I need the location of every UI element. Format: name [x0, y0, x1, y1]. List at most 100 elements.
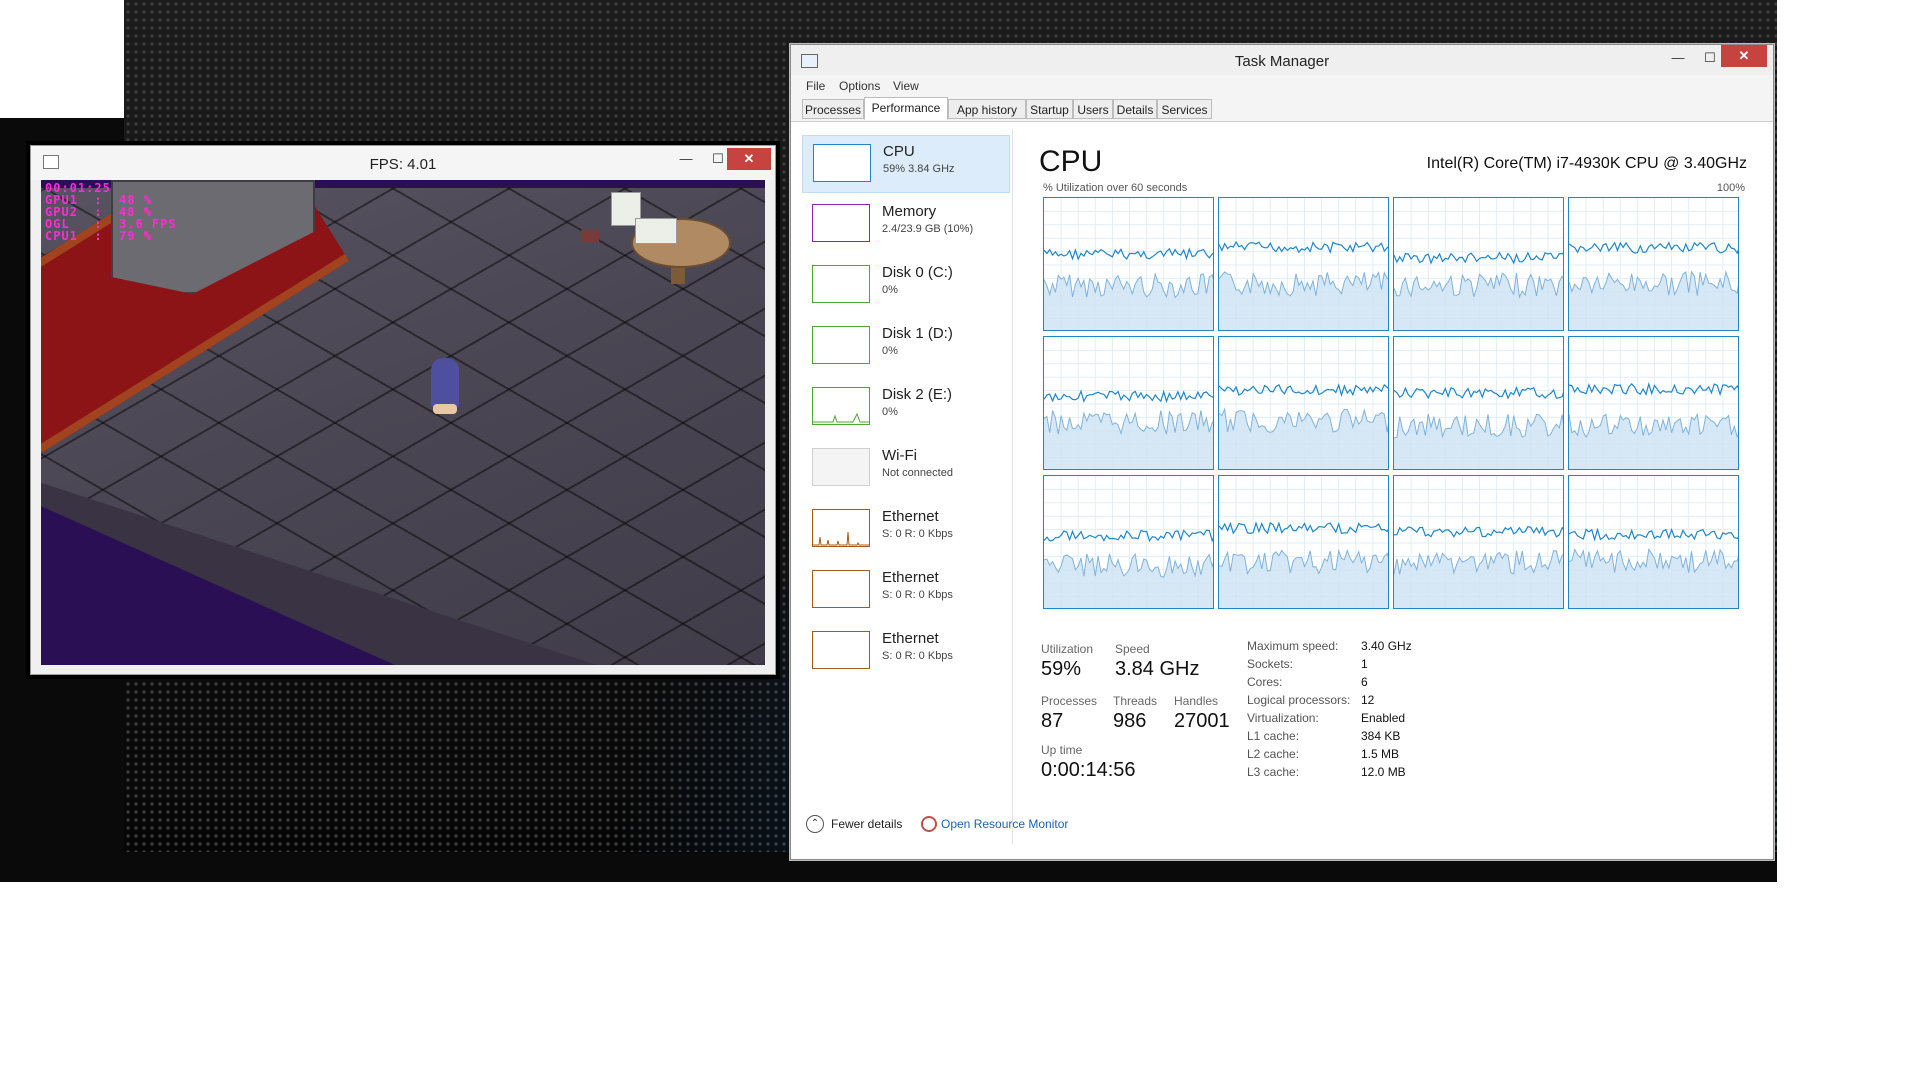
chevron-up-icon[interactable]: ⌃ [806, 815, 824, 833]
sidebar-item-label: Ethernet [882, 569, 939, 586]
disk-thumbnail-graph [812, 387, 870, 425]
spec-value: 1.5 MB [1361, 747, 1400, 761]
tab-app-history[interactable]: App history [948, 99, 1026, 119]
disk-activity-spark [813, 412, 869, 423]
tab-bar: Processes Performance App history Startu… [791, 97, 1773, 122]
tab-details[interactable]: Details [1113, 99, 1157, 119]
spec-value: Enabled [1361, 711, 1406, 725]
tab-processes[interactable]: Processes [802, 99, 864, 119]
speed-value: 3.84 GHz [1115, 658, 1200, 680]
close-button[interactable]: ✕ [1721, 45, 1767, 67]
item-sprite [635, 218, 677, 244]
sidebar-divider [1012, 129, 1013, 844]
ethernet-thumbnail-graph [812, 570, 870, 608]
core-graph [1568, 336, 1739, 470]
spec-value: 6 [1361, 675, 1368, 689]
sidebar-item-label: Disk 0 (C:) [882, 264, 953, 281]
tab-startup[interactable]: Startup [1026, 99, 1073, 119]
npc-sprite [581, 230, 599, 242]
graph-max-label: 100% [1716, 182, 1745, 194]
uptime-label: Up time [1041, 743, 1083, 757]
sidebar-item-sub: 0% [882, 406, 898, 418]
sidebar-item-ethernet[interactable]: Ethernet S: 0 R: 0 Kbps [802, 623, 1010, 681]
utilization-label: Utilization [1041, 642, 1094, 656]
minimize-button[interactable]: — [1663, 47, 1693, 69]
ethernet-activity-spark [813, 531, 869, 546]
game-window-title: FPS: 4.01 [369, 156, 437, 173]
minimize-button[interactable]: — [671, 148, 701, 170]
core-graph [1568, 197, 1739, 331]
tab-users[interactable]: Users [1073, 99, 1113, 119]
sidebar-item-ethernet[interactable]: Ethernet S: 0 R: 0 Kbps [802, 562, 1010, 620]
ethernet-thumbnail-graph [812, 509, 870, 547]
page-title: CPU [1039, 145, 1103, 178]
sidebar-item-sub: 0% [882, 284, 898, 296]
spec-value: 1 [1361, 657, 1368, 671]
spec-label: Sockets: [1247, 657, 1294, 671]
core-graph [1043, 475, 1214, 609]
sidebar-item-memory[interactable]: Memory 2.4/23.9 GB (10%) [802, 196, 1010, 254]
spec-label: L2 cache: [1247, 747, 1300, 761]
sidebar-item-disk-0[interactable]: Disk 0 (C:) 0% [802, 257, 1010, 315]
open-resource-monitor-link[interactable]: Open Resource Monitor [941, 817, 1068, 831]
perf-overlay: 00:01:25 GPU1 : 48 % GPU2 : 48 % OGL : 3.6 … [45, 182, 177, 242]
menu-bar: File Options View [791, 75, 1773, 97]
player-character-feet [433, 404, 457, 414]
resource-monitor-icon [921, 816, 937, 832]
game-viewport[interactable]: 00:01:25 GPU1 : 48 % GPU2 : 48 % OGL : 3.6 … [41, 180, 765, 665]
handles-label: Handles [1174, 694, 1219, 708]
tab-services[interactable]: Services [1157, 99, 1212, 119]
menu-options[interactable]: Options [839, 79, 880, 93]
spec-label: L1 cache: [1247, 729, 1300, 743]
sidebar-item-label: CPU [883, 143, 915, 160]
core-graph [1043, 197, 1214, 331]
sidebar-item-cpu[interactable]: CPU 59% 3.84 GHz [802, 135, 1010, 193]
sidebar-item-sub: S: 0 R: 0 Kbps [882, 650, 953, 662]
core-graph [1218, 197, 1389, 331]
core-graph [1393, 336, 1564, 470]
core-graph [1568, 475, 1739, 609]
sidebar-item-ethernet[interactable]: Ethernet S: 0 R: 0 Kbps [802, 501, 1010, 559]
spec-label: Cores: [1247, 675, 1283, 689]
cpu-thumbnail-graph [813, 144, 871, 182]
spec-label: Virtualization: [1247, 711, 1319, 725]
disk-thumbnail-graph [812, 326, 870, 364]
sidebar-item-label: Ethernet [882, 630, 939, 647]
sidebar-item-sub: S: 0 R: 0 Kbps [882, 589, 953, 601]
menu-file[interactable]: File [806, 79, 825, 93]
memory-thumbnail-graph [812, 204, 870, 242]
sidebar-item-label: Memory [882, 203, 937, 220]
core-graph [1393, 475, 1564, 609]
task-manager-window[interactable]: Task Manager — ☐ ✕ File Options View Pro… [790, 44, 1774, 860]
sidebar-item-label: Wi-Fi [882, 447, 917, 464]
menu-view[interactable]: View [893, 79, 919, 93]
core-graph [1218, 475, 1389, 609]
disk-thumbnail-graph [812, 265, 870, 303]
processes-value: 87 [1041, 710, 1064, 732]
game-window-titlebar[interactable]: FPS: 4.01 — ☐ ✕ [31, 146, 775, 180]
game-window[interactable]: FPS: 4.01 — ☐ ✕ 00:01:25 GPU1 : 48 % GPU2 … [30, 145, 776, 675]
spec-value: 12.0 MB [1361, 765, 1406, 779]
close-button[interactable]: ✕ [727, 148, 771, 170]
sidebar-item-disk-2[interactable]: Disk 2 (E:) 0% [802, 379, 1010, 437]
spec-value: 384 KB [1361, 729, 1401, 743]
uptime-value: 0:00:14:56 [1041, 759, 1136, 781]
player-character [431, 358, 459, 408]
sidebar-item-disk-1[interactable]: Disk 1 (D:) 0% [802, 318, 1010, 376]
spec-label: Maximum speed: [1247, 639, 1339, 653]
sidebar-item-label: Disk 1 (D:) [882, 325, 953, 342]
spec-label: L3 cache: [1247, 765, 1300, 779]
speed-label: Speed [1115, 642, 1150, 656]
cpu-core-graphs [1043, 197, 1740, 611]
spec-label: Logical processors: [1247, 693, 1351, 707]
overlay-line: CPU1 : 79 % [45, 229, 152, 243]
tab-performance[interactable]: Performance [864, 97, 948, 120]
task-manager-title: Task Manager [1234, 53, 1330, 70]
core-graph [1393, 197, 1564, 331]
sidebar-item-wifi[interactable]: Wi-Fi Not connected [802, 440, 1010, 498]
task-manager-titlebar[interactable]: Task Manager — ☐ ✕ [791, 45, 1773, 75]
core-graph [1043, 336, 1214, 470]
sidebar-item-sub: Not connected [882, 467, 953, 479]
fewer-details-button[interactable]: Fewer details [831, 817, 902, 831]
handles-value: 27001 [1174, 710, 1230, 732]
